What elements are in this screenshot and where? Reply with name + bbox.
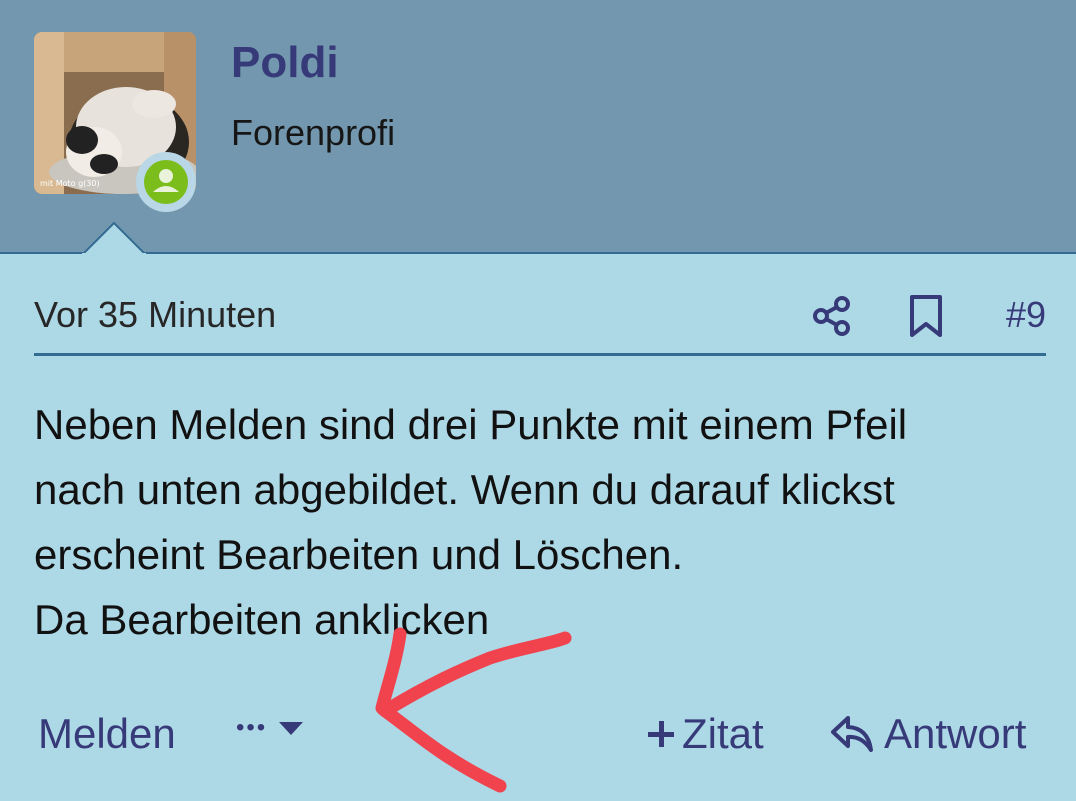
- bookmark-icon[interactable]: [906, 294, 946, 338]
- avatar-wrap: mit Moto g(30): [34, 32, 196, 212]
- post-timestamp[interactable]: Vor 35 Minuten: [34, 294, 276, 336]
- user-header: mit Moto g(30) Poldi Forenprofi: [0, 0, 1076, 256]
- message-line: Neben Melden sind drei Punkte mit einem …: [34, 401, 908, 448]
- user-title: Forenprofi: [231, 112, 396, 153]
- message-line: nach unten abgebildet. Wenn du darauf kl…: [34, 466, 895, 513]
- avatar-watermark: mit Moto g(30): [40, 179, 100, 188]
- post-number-link[interactable]: #9: [1006, 294, 1046, 336]
- caret-down-icon: [279, 722, 304, 735]
- post-actions-row: Melden ••• Zitat Antwort: [34, 700, 1046, 770]
- username-link[interactable]: Poldi: [231, 38, 339, 88]
- online-status-badge: [136, 152, 196, 212]
- reply-arrow-icon: [831, 716, 873, 752]
- user-online-icon: [144, 160, 188, 204]
- reply-label: Antwort: [884, 710, 1027, 757]
- more-options-button[interactable]: •••: [236, 714, 305, 742]
- plus-icon: [648, 721, 674, 747]
- message-arrow: [82, 222, 146, 256]
- quote-label: Zitat: [682, 710, 764, 757]
- report-button[interactable]: Melden: [38, 710, 176, 758]
- reply-button[interactable]: Antwort: [830, 710, 1026, 758]
- share-icon[interactable]: [810, 294, 854, 338]
- message-line: erscheint Bearbeiten und Löschen.: [34, 531, 684, 578]
- quote-button[interactable]: Zitat: [646, 710, 764, 758]
- message-line: Da Bearbeiten anklicken: [34, 596, 490, 643]
- post-meta-row: Vor 35 Minuten #9: [34, 280, 1046, 356]
- more-dots-icon: •••: [236, 714, 268, 741]
- message-body: Neben Melden sind drei Punkte mit einem …: [34, 392, 1044, 652]
